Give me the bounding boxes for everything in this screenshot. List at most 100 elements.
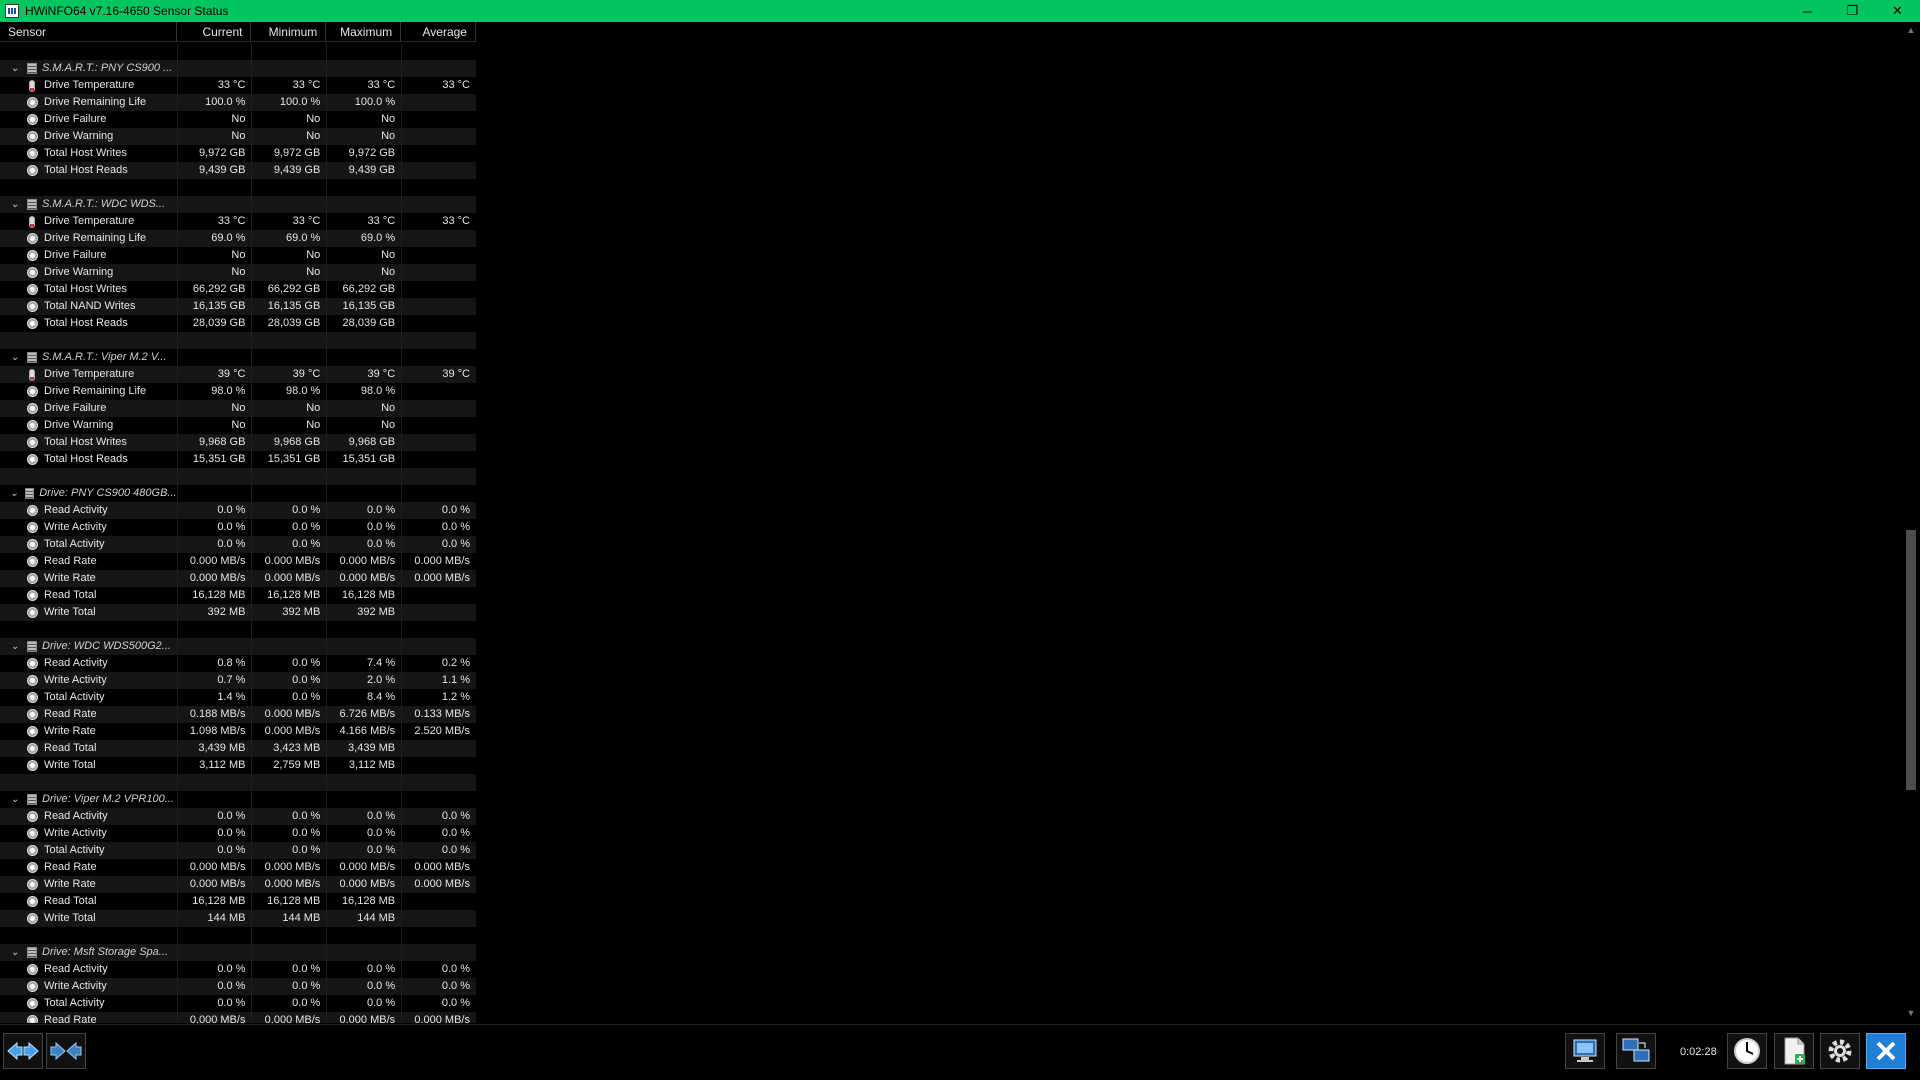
sensor-row[interactable]: Total Activity 1.4 % 0.0 % 8.4 % 1.2 % (0, 689, 476, 706)
close-window-button[interactable]: ✕ (1875, 0, 1920, 22)
log-file-icon[interactable] (1774, 1033, 1814, 1069)
sensor-row[interactable]: Write Activity 0.0 % 0.0 % 0.0 % 0.0 % (0, 825, 476, 842)
clock-icon (27, 1015, 38, 1023)
sensor-group-header[interactable]: ⌄ Drive: Viper M.2 VPR100... (0, 791, 476, 808)
sensor-row[interactable]: Read Rate 0.000 MB/s 0.000 MB/s 0.000 MB/s 0… (0, 859, 476, 876)
sensor-row[interactable]: Write Total 3,112 MB 2,759 MB 3,112 MB (0, 757, 476, 774)
sensor-row[interactable]: Total NAND Writes 16,135 GB 16,135 GB 16,13… (0, 298, 476, 315)
minimum-value: 0.0 % (251, 978, 326, 995)
expand-collapse-icon[interactable] (3, 1033, 43, 1069)
sensor-row[interactable]: Write Activity 0.0 % 0.0 % 0.0 % 0.0 % (0, 978, 476, 995)
clock-icon[interactable] (1727, 1033, 1767, 1069)
maximum-value: 0.0 % (326, 995, 401, 1012)
sensor-row[interactable]: Total Host Writes 9,968 GB 9,968 GB 9,968 G… (0, 434, 476, 451)
minimum-value: 0.0 % (251, 536, 326, 553)
remote-icon[interactable] (1616, 1033, 1656, 1069)
clock-icon (27, 250, 38, 261)
sensor-row[interactable]: Read Total 16,128 MB 16,128 MB 16,128 MB (0, 587, 476, 604)
vertical-scrollbar[interactable]: ▲ ▼ (1902, 22, 1920, 1022)
sensor-row[interactable]: Drive Temperature 33 °C 33 °C 33 °C 33 °C (0, 213, 476, 230)
sensor-row[interactable]: Drive Remaining Life 100.0 % 100.0 % 100.0 … (0, 94, 476, 111)
sensor-row[interactable]: Drive Failure No No No (0, 247, 476, 264)
chevron-down-icon[interactable]: ⌄ (9, 791, 21, 808)
scroll-up-arrow-icon[interactable]: ▲ (1902, 22, 1920, 39)
minimum-value: 144 MB (251, 910, 326, 927)
column-header-maximum[interactable]: Maximum (326, 22, 402, 42)
column-header-sensor[interactable]: Sensor (0, 22, 177, 42)
sensor-row[interactable]: Total Host Reads 28,039 GB 28,039 GB 28,039… (0, 315, 476, 332)
sensor-group-header[interactable]: ⌄ S.M.A.R.T.: Viper M.2 V... (0, 349, 476, 366)
maximum-value: 15,351 GB (326, 451, 401, 468)
column-header-current[interactable]: Current (177, 22, 252, 42)
scroll-down-arrow-icon[interactable]: ▼ (1902, 1005, 1920, 1022)
sensor-row[interactable]: Write Total 392 MB 392 MB 392 MB (0, 604, 476, 621)
sensor-row[interactable]: Read Activity 0.0 % 0.0 % 0.0 % 0.0 % (0, 502, 476, 519)
sensor-row[interactable]: Total Host Writes 9,972 GB 9,972 GB 9,972 G… (0, 145, 476, 162)
minimum-value: No (251, 247, 326, 264)
sensor-row[interactable]: Drive Remaining Life 69.0 % 69.0 % 69.0 % (0, 230, 476, 247)
maximum-value: 0.0 % (326, 536, 401, 553)
sensor-row[interactable]: Drive Warning No No No (0, 264, 476, 281)
sensor-row[interactable]: Total Host Writes 66,292 GB 66,292 GB 66,29… (0, 281, 476, 298)
current-value: 0.0 % (176, 502, 252, 519)
sensor-row[interactable]: Write Activity 0.7 % 0.0 % 2.0 % 1.1 % (0, 672, 476, 689)
sensor-row[interactable]: Drive Failure No No No (0, 111, 476, 128)
sensor-row[interactable]: Read Activity 0.0 % 0.0 % 0.0 % 0.0 % (0, 961, 476, 978)
sensor-group-header[interactable]: ⌄ S.M.A.R.T.: WDC WDS... (0, 196, 476, 213)
minimum-value: No (251, 111, 326, 128)
minimum-value: 9,968 GB (251, 434, 326, 451)
chevron-down-icon[interactable]: ⌄ (9, 944, 21, 961)
sensor-row[interactable]: Write Activity 0.0 % 0.0 % 0.0 % 0.0 % (0, 519, 476, 536)
maximum-value: No (326, 128, 401, 145)
sensor-row[interactable]: Drive Temperature 39 °C 39 °C 39 °C 39 °C (0, 366, 476, 383)
chevron-down-icon[interactable]: ⌄ (9, 638, 21, 655)
scrollbar-thumb[interactable] (1906, 530, 1916, 790)
sensor-row[interactable]: Total Host Reads 9,439 GB 9,439 GB 9,439 GB (0, 162, 476, 179)
settings-gear-icon[interactable] (1820, 1033, 1860, 1069)
sensor-row[interactable]: Read Activity 0.0 % 0.0 % 0.0 % 0.0 % (0, 808, 476, 825)
current-value: No (176, 264, 252, 281)
drive-sensor-icon (27, 352, 37, 363)
column-header-average[interactable]: Average (401, 22, 476, 42)
sensor-row[interactable]: Read Rate 0.188 MB/s 0.000 MB/s 6.726 MB/s 0… (0, 706, 476, 723)
chevron-down-icon[interactable]: ⌄ (9, 196, 21, 213)
restore-button[interactable]: ❐ (1830, 0, 1875, 22)
sensor-group-header[interactable]: ⌄ S.M.A.R.T.: PNY CS900 ... (0, 60, 476, 77)
sensor-row[interactable]: Drive Warning No No No (0, 128, 476, 145)
sensor-row[interactable]: Read Rate 0.000 MB/s 0.000 MB/s 0.000 MB/s 0… (0, 553, 476, 570)
chevron-down-icon[interactable]: ⌄ (9, 485, 19, 502)
sensor-row[interactable]: Read Rate 0.000 MB/s 0.000 MB/s 0.000 MB/s 0… (0, 1012, 476, 1023)
minimize-button[interactable]: ─ (1785, 0, 1830, 22)
sensor-row[interactable]: Total Activity 0.0 % 0.0 % 0.0 % 0.0 % (0, 842, 476, 859)
column-header-minimum[interactable]: Minimum (251, 22, 327, 42)
sensor-row[interactable]: Drive Temperature 33 °C 33 °C 33 °C 33 °C (0, 77, 476, 94)
close-icon[interactable] (1866, 1033, 1906, 1069)
sensor-label: Total Host Reads (44, 317, 128, 329)
sensor-row[interactable]: Write Total 144 MB 144 MB 144 MB (0, 910, 476, 927)
sensor-group-header[interactable]: ⌄ Drive: Msft Storage Spa... (0, 944, 476, 961)
chevron-down-icon[interactable]: ⌄ (9, 60, 21, 77)
sensor-row[interactable]: Read Activity 0.8 % 0.0 % 7.4 % 0.2 % (0, 655, 476, 672)
sensor-row[interactable]: Drive Warning No No No (0, 417, 476, 434)
sensor-label: Write Rate (44, 878, 96, 890)
minimum-value: 0.000 MB/s (251, 706, 326, 723)
network-icon[interactable] (1565, 1033, 1605, 1069)
sensor-row[interactable]: Drive Failure No No No (0, 400, 476, 417)
sensor-row[interactable]: Read Total 16,128 MB 16,128 MB 16,128 MB (0, 893, 476, 910)
sensor-row[interactable]: Total Host Reads 15,351 GB 15,351 GB 15,351… (0, 451, 476, 468)
sensor-row[interactable]: Drive Remaining Life 98.0 % 98.0 % 98.0 % (0, 383, 476, 400)
average-value (401, 145, 476, 162)
sensor-table[interactable]: ⌄ S.M.A.R.T.: PNY CS900 ... Drive Temperat… (0, 43, 476, 1023)
sensor-row[interactable]: Read Total 3,439 MB 3,423 MB 3,439 MB (0, 740, 476, 757)
sensor-row[interactable]: Total Activity 0.0 % 0.0 % 0.0 % 0.0 % (0, 995, 476, 1012)
sensor-row[interactable]: Write Rate 0.000 MB/s 0.000 MB/s 0.000 MB/s… (0, 876, 476, 893)
sensor-label: Read Total (44, 742, 97, 754)
chevron-down-icon[interactable]: ⌄ (9, 349, 21, 366)
sensor-group-header[interactable]: ⌄ Drive: WDC WDS500G2... (0, 638, 476, 655)
sensor-row[interactable]: Total Activity 0.0 % 0.0 % 0.0 % 0.0 % (0, 536, 476, 553)
average-value (401, 434, 476, 451)
sensor-row[interactable]: Write Rate 1.098 MB/s 0.000 MB/s 4.166 MB/s… (0, 723, 476, 740)
sensor-group-header[interactable]: ⌄ Drive: PNY CS900 480GB... (0, 485, 476, 502)
sensor-row[interactable]: Write Rate 0.000 MB/s 0.000 MB/s 0.000 MB/s… (0, 570, 476, 587)
reset-layout-icon[interactable] (46, 1033, 86, 1069)
